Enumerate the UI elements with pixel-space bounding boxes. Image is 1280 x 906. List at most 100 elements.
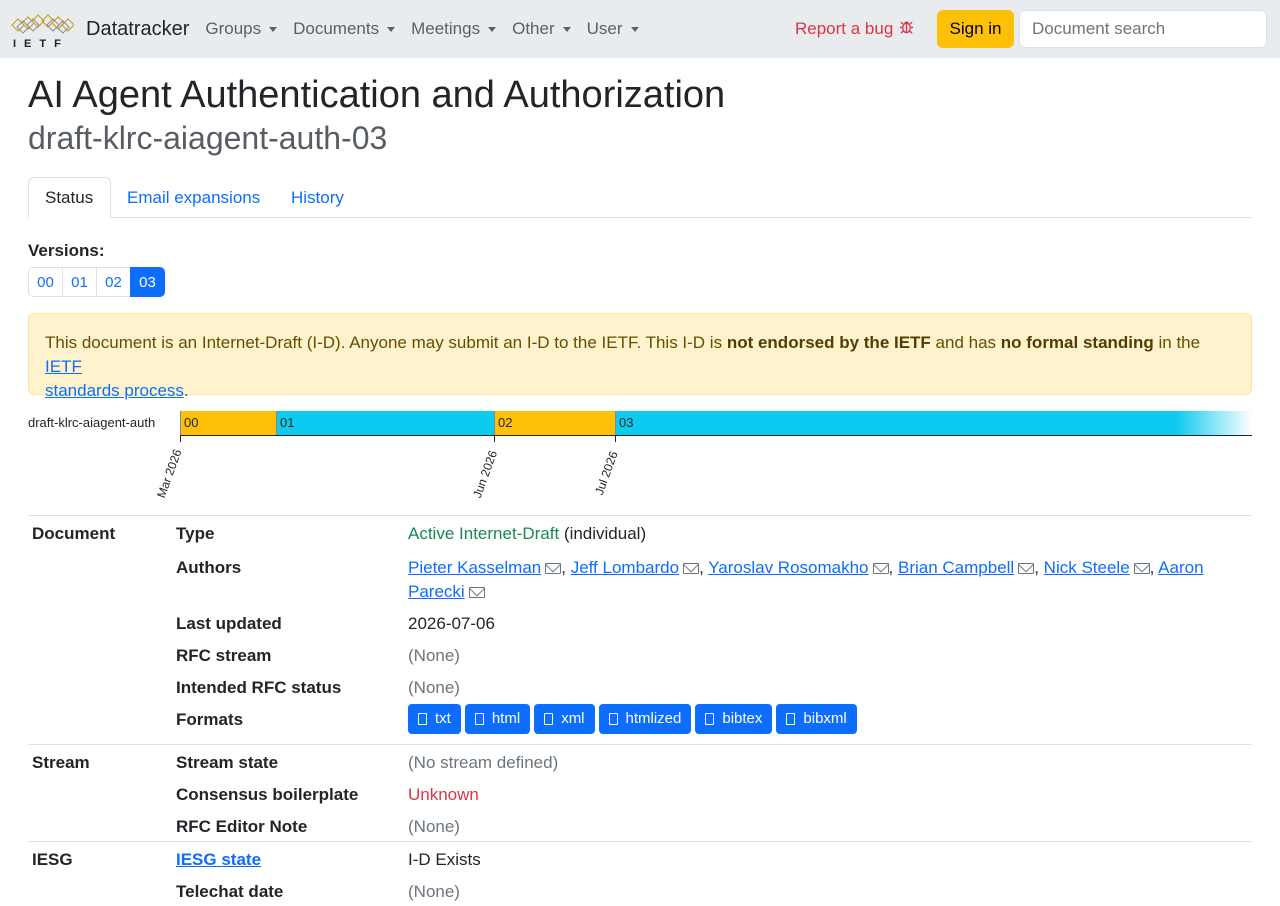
nav-other[interactable]: Other	[512, 19, 571, 39]
format-label: xml	[561, 710, 585, 727]
format-bibxml-button[interactable]: bibxml	[776, 704, 857, 734]
ietf-link[interactable]: IETF	[45, 357, 82, 376]
section-heading-document: Document	[32, 524, 116, 543]
alert-text: This document is an Internet-Draft (I-D)…	[45, 333, 727, 352]
alert-bold-text: no formal standing	[1000, 333, 1154, 352]
telechat-date-label: Telechat date	[176, 882, 284, 901]
page-title: AI Agent Authentication and Authorizatio…	[28, 74, 726, 116]
format-html-button[interactable]: html	[464, 704, 531, 734]
author-link[interactable]: Yaroslav Rosomakho	[708, 558, 868, 577]
type-state: Active Internet-Draft	[408, 524, 560, 543]
versions-label: Versions:	[28, 241, 105, 260]
version-01-button[interactable]: 01	[62, 267, 97, 297]
timeline-date-label: Jul 2026	[592, 449, 621, 497]
empty-cell	[28, 676, 176, 700]
rfc-editor-note-value: (None)	[408, 817, 460, 836]
document-search-input[interactable]	[1019, 10, 1267, 48]
rfc-stream-value: (None)	[408, 646, 460, 665]
intended-status-label: Intended RFC status	[176, 678, 342, 697]
telechat-date-value: (None)	[408, 882, 460, 901]
nav-groups[interactable]: Groups	[205, 19, 278, 39]
format-label: bibtex	[722, 710, 763, 727]
author-link[interactable]: Brian Campbell	[898, 558, 1014, 577]
author-link[interactable]: Nick Steele	[1044, 558, 1130, 577]
timeline-segment-01[interactable]: 01	[276, 411, 494, 435]
info-row-intended-status: Intended RFC status (None)	[28, 668, 1252, 700]
alert-text: in the	[1153, 333, 1201, 352]
format-htmlized-button[interactable]: htmlized	[598, 704, 692, 734]
timeline-tick	[180, 436, 181, 442]
file-text-icon	[705, 713, 715, 725]
author-link[interactable]: Jeff Lombardo	[571, 558, 679, 577]
type-value: Active Internet-Draft (individual)	[408, 522, 1252, 548]
version-02-button[interactable]: 02	[96, 267, 131, 297]
version-03-button[interactable]: 03	[130, 267, 165, 297]
format-bibtex-button[interactable]: bibtex	[695, 704, 773, 734]
envelope-icon[interactable]	[468, 587, 485, 598]
iesg-state-link[interactable]: IESG state	[176, 850, 261, 869]
nav-documents[interactable]: Documents	[293, 19, 396, 39]
format-label: html	[491, 710, 521, 727]
formats-label: Formats	[176, 710, 244, 729]
rfc-stream-label: RFC stream	[176, 646, 272, 665]
bug-icon	[899, 19, 914, 39]
caret-down-icon	[630, 26, 639, 32]
alert-text: .	[183, 381, 189, 400]
document-section: Document Type Active Internet-Draft (ind…	[28, 515, 1252, 744]
envelope-icon[interactable]	[1133, 563, 1150, 574]
brand-name[interactable]: Datatracker	[86, 18, 189, 41]
standards-process-link[interactable]: standards process	[45, 381, 184, 400]
nav-user[interactable]: User	[587, 19, 639, 39]
timeline-date-label: Mar 2026	[154, 447, 185, 500]
last-updated-label: Last updated	[176, 614, 282, 633]
info-row-telechat-date: Telechat date (None)	[28, 874, 1252, 906]
author-link[interactable]: Pieter Kasselman	[408, 558, 541, 577]
info-row-formats: Formats txt html xml htmlized bibtex bibxml	[28, 700, 1252, 744]
stream-state-value: (No stream defined)	[408, 753, 559, 772]
envelope-icon[interactable]	[872, 563, 889, 574]
section-heading-iesg: IESG	[32, 850, 73, 869]
navbar: IETF Datatracker Groups Documents Meetin…	[0, 0, 1280, 58]
envelope-icon[interactable]	[683, 563, 700, 574]
timeline-date-label: Jun 2026	[470, 448, 501, 500]
sign-in-button[interactable]: Sign in	[937, 10, 1014, 48]
authors-label: Authors	[176, 558, 242, 577]
report-bug-link[interactable]: Report a bug	[795, 19, 914, 39]
timeline-axis	[180, 435, 1252, 436]
tab-email-expansions[interactable]: Email expansions	[111, 177, 276, 218]
timeline-draft-name: draft-klrc-aiagent-auth	[28, 415, 156, 430]
file-code-icon	[608, 713, 618, 725]
brand[interactable]: IETF Datatracker	[10, 0, 189, 58]
type-suffix: (individual)	[563, 524, 647, 543]
format-xml-button[interactable]: xml	[534, 704, 595, 734]
timeline-segment-03[interactable]: 03	[615, 411, 1252, 435]
timeline-tick	[615, 436, 616, 442]
section-heading-stream: Stream	[32, 753, 90, 772]
version-00-button[interactable]: 00	[28, 267, 63, 297]
nav-meetings-label: Meetings	[411, 19, 481, 38]
envelope-icon[interactable]	[545, 563, 562, 574]
timeline-segment-00[interactable]: 00	[180, 411, 276, 435]
info-row-rfc-editor-note: RFC Editor Note (None)	[28, 809, 1252, 841]
report-bug-label: Report a bug	[795, 19, 894, 38]
tab-status[interactable]: Status	[28, 177, 111, 218]
info-row-last-updated: Last updated 2026-07-06	[28, 604, 1252, 636]
info-row-stream-state: Stream Stream state (No stream defined)	[28, 745, 1252, 777]
revision-timeline: draft-klrc-aiagent-auth 00 01 02 03 Mar …	[28, 405, 1252, 505]
iesg-section: IESG IESG state I-D Exists Telechat date…	[28, 841, 1252, 906]
empty-cell	[28, 612, 176, 636]
timeline-tick	[494, 436, 495, 442]
document-info-table: Document Type Active Internet-Draft (ind…	[28, 515, 1252, 906]
consensus-value: Unknown	[408, 785, 479, 804]
tab-history[interactable]: History	[275, 177, 360, 218]
iesg-state-value: I-D Exists	[408, 850, 481, 869]
file-code-icon	[474, 713, 484, 725]
empty-cell	[28, 880, 176, 906]
envelope-icon[interactable]	[1018, 563, 1035, 574]
format-label: txt	[435, 710, 451, 727]
format-txt-button[interactable]: txt	[408, 704, 461, 734]
format-label: htmlized	[625, 710, 682, 727]
nav-meetings[interactable]: Meetings	[411, 19, 497, 39]
timeline-segment-02[interactable]: 02	[494, 411, 615, 435]
authors-list: Pieter Kasselman, Jeff Lombardo, Yarosla…	[408, 558, 1204, 601]
